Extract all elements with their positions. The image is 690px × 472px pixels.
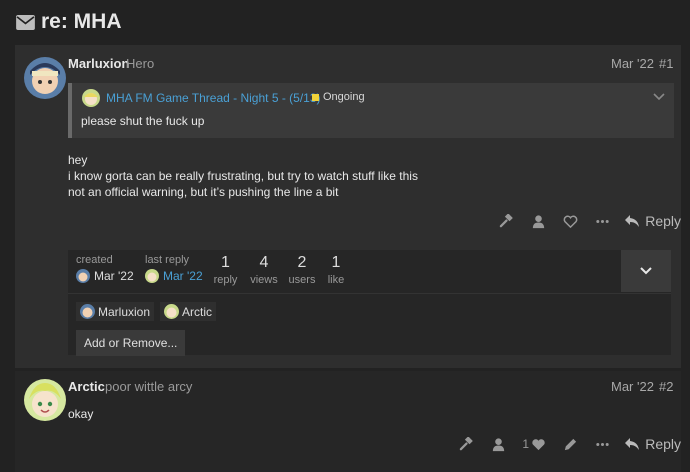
topic-title: re: MHA (41, 10, 122, 33)
user-button[interactable] (482, 432, 514, 456)
topic-map: created Mar '22 last reply Mar '22 1 rep… (68, 250, 671, 356)
stat-label: like (327, 274, 345, 286)
quote-avatar (82, 89, 100, 107)
stat-replies: 1 reply (213, 254, 238, 286)
post-body-line: not an official warning, but it’s pushin… (68, 185, 339, 199)
stat-value: 2 (297, 254, 307, 271)
post-date[interactable]: Mar '22 (611, 56, 654, 71)
user-icon (532, 214, 544, 228)
reply-label: Reply (645, 213, 681, 229)
add-remove-button[interactable]: Add or Remove... (76, 330, 186, 356)
avatar-mini-arctic[interactable] (145, 269, 159, 283)
quote-text: please shut the fuck up (81, 114, 205, 128)
topic-header: re: MHA (16, 10, 122, 34)
user-icon (492, 437, 504, 451)
post-actions: Reply (490, 209, 681, 233)
participant-name: Arctic (182, 304, 213, 319)
like-button[interactable]: 1 (514, 432, 554, 456)
post-body-line: hey (68, 153, 88, 167)
avatar-marluxion[interactable] (24, 57, 66, 99)
reply-button[interactable]: Reply (624, 213, 681, 229)
post-body: okay (68, 406, 93, 422)
post-number[interactable]: #2 (659, 379, 673, 394)
edit-button[interactable] (554, 432, 586, 456)
heart-outline-icon (563, 215, 578, 228)
stat-label: reply (213, 274, 238, 286)
participant-arctic[interactable]: Arctic (160, 302, 217, 321)
avatar-mini-marluxion (80, 304, 95, 319)
post-user-title: poor wittle arcy (105, 379, 193, 394)
participant-name: Marluxion (98, 304, 151, 319)
quote-topic-link[interactable]: MHA FM Game Thread - Night 5 - (5/13) (106, 91, 321, 105)
avatar-arctic[interactable] (24, 379, 66, 421)
stat-label: views (250, 274, 278, 286)
avatar-mini-marluxion[interactable] (76, 269, 90, 283)
envelope-icon (16, 14, 35, 30)
post-body-line: okay (68, 407, 94, 421)
post-username[interactable]: Marluxion (68, 56, 129, 71)
stat-views: 4 views (249, 254, 279, 286)
gavel-button[interactable] (450, 432, 482, 456)
post-2: Arctic poor wittle arcy Mar '22 #2 okay … (15, 371, 681, 472)
divider (68, 293, 671, 294)
gavel-icon (459, 436, 473, 450)
created-date: Mar '22 (94, 269, 134, 283)
chevron-down-icon (640, 267, 652, 275)
more-button[interactable] (586, 432, 618, 456)
stat-value: 1 (331, 254, 341, 271)
last-reply-info: last reply Mar '22 (145, 254, 203, 283)
stat-value: 1 (221, 254, 230, 271)
gavel-button[interactable] (490, 209, 522, 233)
stat-users: 2 users (288, 254, 316, 286)
reply-icon (625, 438, 640, 450)
more-button[interactable] (586, 209, 618, 233)
ellipsis-icon (596, 442, 609, 446)
like-button[interactable] (554, 209, 586, 233)
post-body-line: i know gorta can be really frustrating, … (68, 169, 418, 183)
last-reply-label: last reply (145, 254, 190, 266)
last-reply-date[interactable]: Mar '22 (163, 269, 203, 283)
chevron-down-icon[interactable] (652, 89, 666, 103)
stat-label: users (288, 274, 316, 286)
stat-value: 4 (259, 254, 269, 271)
post-date[interactable]: Mar '22 (611, 379, 654, 394)
avatar-mini-arctic (164, 304, 180, 319)
post-number[interactable]: #1 (659, 56, 673, 71)
reply-label: Reply (645, 436, 681, 452)
gavel-icon (499, 213, 513, 227)
topic-map-expand-button[interactable] (621, 250, 671, 292)
reply-button[interactable]: Reply (624, 436, 681, 452)
heart-filled-icon (532, 438, 545, 450)
participant-list: Marluxion Arctic (76, 302, 217, 321)
status-badge[interactable]: Ongoing (312, 91, 365, 103)
topic-map-summary: created Mar '22 last reply Mar '22 1 rep… (68, 250, 671, 293)
user-button[interactable] (522, 209, 554, 233)
stat-likes: 1 like (325, 254, 347, 286)
created-label: created (76, 254, 113, 266)
created-info: created Mar '22 (76, 254, 134, 283)
quote-block: MHA FM Game Thread - Night 5 - (5/13) On… (68, 83, 674, 138)
post-1: Marluxion Hero Mar '22 #1 MHA FM Game Th… (15, 45, 681, 368)
post-actions: 1 Reply (450, 432, 681, 456)
ellipsis-icon (596, 219, 609, 223)
post-body: hey i know gorta can be really frustrati… (68, 152, 418, 200)
reply-icon (625, 215, 640, 227)
status-label: Ongoing (323, 91, 365, 103)
pencil-icon (564, 438, 576, 450)
post-user-title: Hero (126, 56, 155, 71)
post-username[interactable]: Arctic (68, 379, 105, 394)
like-count[interactable]: 1 (522, 437, 529, 451)
status-square-icon (312, 93, 319, 101)
participant-marluxion[interactable]: Marluxion (76, 302, 155, 321)
